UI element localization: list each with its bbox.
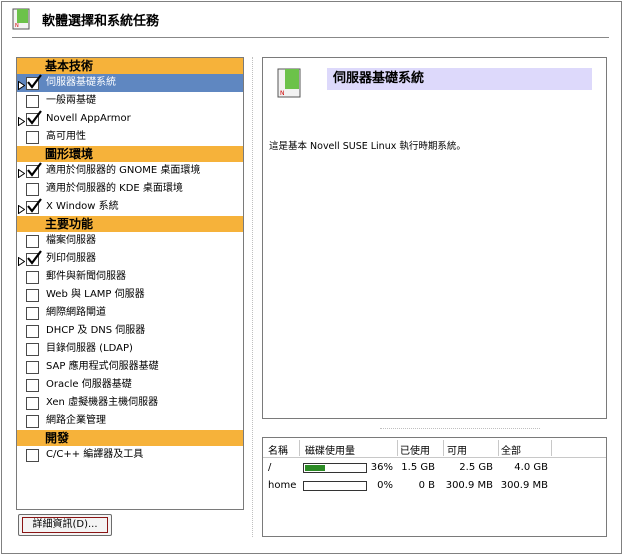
details-button-label: 詳細資訊(D)... bbox=[32, 519, 98, 530]
disk-usage-table: 名稱 磁碟使用量 已使用 可用 全部 / 36% 1.5 GB 2.5 GB 4.0 G… bbox=[262, 437, 607, 537]
pattern-checkbox[interactable] bbox=[26, 397, 39, 410]
pattern-checkbox[interactable] bbox=[26, 162, 42, 178]
pattern-item[interactable]: 網路企業管理 bbox=[17, 412, 243, 430]
pattern-item[interactable]: 檔案伺服器 bbox=[17, 232, 243, 250]
pattern-item[interactable]: Novell AppArmor bbox=[17, 110, 243, 128]
pattern-label: 網際網路閘道 bbox=[46, 307, 106, 318]
pattern-label: 目錄伺服器 (LDAP) bbox=[46, 343, 133, 354]
pattern-item[interactable]: SAP 應用程式伺服器基礎 bbox=[17, 358, 243, 376]
pattern-checkbox[interactable] bbox=[26, 74, 42, 90]
pattern-checkbox[interactable] bbox=[26, 343, 39, 356]
pattern-checkbox[interactable] bbox=[26, 235, 39, 248]
pattern-label: 檔案伺服器 bbox=[46, 235, 96, 246]
page-title: 軟體選擇和系統任務 bbox=[42, 14, 160, 29]
mount-name: / bbox=[268, 462, 272, 473]
pattern-item[interactable]: Web 與 LAMP 伺服器 bbox=[17, 286, 243, 304]
pattern-checkbox[interactable] bbox=[26, 361, 39, 374]
header-divider bbox=[12, 37, 609, 38]
free-size: 300.9 MB bbox=[445, 480, 493, 491]
pattern-checkbox[interactable] bbox=[26, 271, 39, 284]
column-header-used[interactable]: 已使用 bbox=[400, 442, 430, 457]
pattern-label: 一般兩基礎 bbox=[46, 95, 96, 106]
pattern-item[interactable]: 高可用性 bbox=[17, 128, 243, 146]
column-header-usage[interactable]: 磁碟使用量 bbox=[305, 442, 355, 457]
pattern-label: Oracle 伺服器基礎 bbox=[46, 379, 132, 390]
category-header: 主要功能 bbox=[17, 216, 243, 232]
details-button[interactable]: 詳細資訊(D)... bbox=[18, 514, 112, 536]
description-title: 伺服器基礎系統 bbox=[327, 68, 592, 90]
pattern-checkbox[interactable] bbox=[26, 415, 39, 428]
category-header: 基本技術 bbox=[17, 58, 243, 74]
table-row[interactable]: home 0% 0 B 300.9 MB 300.9 MB bbox=[263, 477, 606, 495]
pattern-label: 列印伺服器 bbox=[46, 253, 96, 264]
pattern-label: 適用於伺服器的 KDE 桌面環境 bbox=[46, 183, 183, 194]
usage-bar bbox=[303, 463, 367, 473]
pattern-item[interactable]: 列印伺服器 bbox=[17, 250, 243, 268]
pattern-item[interactable]: 目錄伺服器 (LDAP) bbox=[17, 340, 243, 358]
pattern-checkbox[interactable] bbox=[26, 95, 39, 108]
pattern-checkbox[interactable] bbox=[26, 379, 39, 392]
mount-name: home bbox=[268, 480, 297, 491]
pattern-item[interactable]: 適用於伺服器的 GNOME 桌面環境 bbox=[17, 162, 243, 180]
free-size: 2.5 GB bbox=[459, 462, 493, 473]
pattern-item[interactable]: C/C++ 編譯器及工具 bbox=[17, 446, 243, 464]
pattern-item[interactable]: 網際網路閘道 bbox=[17, 304, 243, 322]
used-size: 0 B bbox=[418, 480, 435, 491]
pattern-list[interactable]: 基本技術伺服器基礎系統 一般兩基礎 Novell AppArmor 高可用性圖形環境適… bbox=[16, 57, 244, 510]
pattern-label: 郵件與新聞伺服器 bbox=[46, 271, 126, 282]
pattern-label: 伺服器基礎系統 bbox=[46, 77, 116, 88]
pattern-label: 適用於伺服器的 GNOME 桌面環境 bbox=[46, 165, 201, 176]
pattern-item[interactable]: X Window 系統 bbox=[17, 198, 243, 216]
svg-text:N: N bbox=[15, 23, 19, 29]
usage-percent: 0% bbox=[377, 480, 393, 491]
software-package-icon: N bbox=[12, 8, 30, 30]
pattern-item[interactable]: 一般兩基礎 bbox=[17, 92, 243, 110]
pattern-item[interactable]: DHCP 及 DNS 伺服器 bbox=[17, 322, 243, 340]
pattern-item[interactable]: 適用於伺服器的 KDE 桌面環境 bbox=[17, 180, 243, 198]
total-size: 4.0 GB bbox=[514, 462, 548, 473]
description-panel: N 伺服器基礎系統 這是基本 Novell SUSE Linux 執行時期系統。 bbox=[262, 57, 607, 419]
pattern-item[interactable]: 伺服器基礎系統 bbox=[17, 74, 243, 92]
svg-text:N: N bbox=[280, 90, 285, 97]
pattern-checkbox[interactable] bbox=[26, 183, 39, 196]
pattern-label: Xen 虛擬機器主機伺服器 bbox=[46, 397, 159, 408]
pattern-label: DHCP 及 DNS 伺服器 bbox=[46, 325, 146, 336]
pattern-checkbox[interactable] bbox=[26, 110, 42, 126]
usage-percent: 36% bbox=[370, 462, 393, 473]
category-header: 圖形環境 bbox=[17, 146, 243, 162]
horizontal-splitter[interactable] bbox=[380, 428, 540, 429]
pattern-item[interactable]: Xen 虛擬機器主機伺服器 bbox=[17, 394, 243, 412]
used-size: 1.5 GB bbox=[401, 462, 435, 473]
pattern-checkbox[interactable] bbox=[26, 250, 42, 266]
column-header-total[interactable]: 全部 bbox=[501, 442, 521, 457]
column-header-name[interactable]: 名稱 bbox=[268, 442, 288, 457]
category-header: 開發 bbox=[17, 430, 243, 446]
usage-bar-fill bbox=[305, 465, 326, 471]
pattern-label: Novell AppArmor bbox=[46, 113, 131, 124]
vertical-splitter[interactable] bbox=[252, 57, 253, 537]
pattern-checkbox[interactable] bbox=[26, 131, 39, 144]
usage-bar bbox=[303, 481, 367, 491]
software-package-icon: N bbox=[277, 68, 301, 98]
pattern-label: Web 與 LAMP 伺服器 bbox=[46, 289, 145, 300]
pattern-checkbox[interactable] bbox=[26, 289, 39, 302]
pattern-checkbox[interactable] bbox=[26, 449, 39, 462]
pattern-label: C/C++ 編譯器及工具 bbox=[46, 449, 144, 460]
pattern-checkbox[interactable] bbox=[26, 325, 39, 338]
pattern-item[interactable]: Oracle 伺服器基礎 bbox=[17, 376, 243, 394]
pattern-label: SAP 應用程式伺服器基礎 bbox=[46, 361, 159, 372]
pattern-checkbox[interactable] bbox=[26, 307, 39, 320]
description-text: 這是基本 Novell SUSE Linux 執行時期系統。 bbox=[269, 141, 466, 152]
total-size: 300.9 MB bbox=[500, 480, 548, 491]
pattern-label: X Window 系統 bbox=[46, 201, 119, 212]
pattern-label: 網路企業管理 bbox=[46, 415, 106, 426]
pattern-label: 高可用性 bbox=[46, 131, 86, 142]
pattern-checkbox[interactable] bbox=[26, 198, 42, 214]
table-row[interactable]: / 36% 1.5 GB 2.5 GB 4.0 GB bbox=[263, 459, 606, 477]
pattern-item[interactable]: 郵件與新聞伺服器 bbox=[17, 268, 243, 286]
disk-table-header: 名稱 磁碟使用量 已使用 可用 全部 bbox=[263, 438, 606, 458]
column-header-free[interactable]: 可用 bbox=[447, 442, 467, 457]
